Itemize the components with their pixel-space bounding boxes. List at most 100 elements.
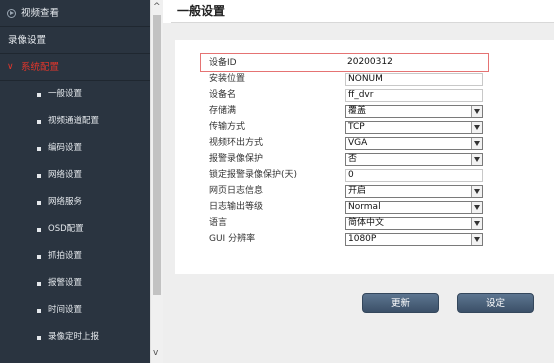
form-row-language: 语言 简体中文 xyxy=(175,217,554,230)
field-label: 安装位置 xyxy=(209,74,246,84)
form-row-alarm-protect: 报警录像保护 否 xyxy=(175,153,554,166)
sidebar-scrollbar[interactable]: ^ v xyxy=(150,0,163,363)
sidebar-item-encoding[interactable]: 编码设置 xyxy=(0,135,150,162)
field-label: 存储满 xyxy=(209,106,237,116)
sidebar-item-label: OSD配置 xyxy=(48,224,84,234)
device-id-field[interactable]: 20200312 xyxy=(345,57,483,70)
field-label: 报警录像保护 xyxy=(209,154,264,164)
field-label: 设备ID xyxy=(209,58,237,68)
scrollbar-thumb[interactable] xyxy=(153,15,161,295)
dropdown-arrow-icon[interactable] xyxy=(471,138,482,149)
set-button[interactable]: 设定 xyxy=(457,293,534,313)
install-location-field[interactable]: NONUM xyxy=(345,73,483,86)
nav-item-recording-settings[interactable]: 录像设置 xyxy=(0,27,150,54)
form-row-storage-full: 存储满 覆盖 xyxy=(175,105,554,118)
nav-item-video-view[interactable]: 视频查看 xyxy=(0,0,150,27)
sidebar-item-label: 录像定时上报 xyxy=(48,332,100,342)
update-button[interactable]: 更新 xyxy=(362,293,439,313)
lock-days-field[interactable]: 0 xyxy=(345,169,483,182)
field-label: 锁定报警录像保护(天) xyxy=(209,170,298,180)
sidebar-item-label: 一般设置 xyxy=(48,89,83,99)
sidebar-item-scheduled-report[interactable]: 录像定时上报 xyxy=(0,324,150,351)
form-row-device-id: 设备ID 20200312 xyxy=(175,57,554,70)
field-label: GUI 分辨率 xyxy=(209,234,256,244)
bullet-icon xyxy=(37,228,41,232)
transport-select[interactable]: TCP xyxy=(345,121,483,134)
bullet-icon xyxy=(37,174,41,178)
nav-item-label: 视频查看 xyxy=(21,8,60,19)
sidebar-item-osd[interactable]: OSD配置 xyxy=(0,216,150,243)
sidebar-item-label: 视频通道配置 xyxy=(48,116,100,126)
sidebar-item-label: 抓拍设置 xyxy=(48,251,83,261)
nav-item-label: 系统配置 xyxy=(21,62,60,73)
select-value: 覆盖 xyxy=(348,106,367,116)
bullet-icon xyxy=(37,336,41,340)
bullet-icon xyxy=(37,282,41,286)
form-row-video-loop-out: 视频环出方式 VGA xyxy=(175,137,554,150)
form-row-lock-days: 锁定报警录像保护(天) 0 xyxy=(175,169,554,182)
field-label: 语言 xyxy=(209,218,228,228)
device-name-field[interactable]: ff_dvr xyxy=(345,89,483,102)
storage-full-select[interactable]: 覆盖 xyxy=(345,105,483,118)
sidebar-item-label: 编码设置 xyxy=(48,143,83,153)
sidebar-item-video-channel[interactable]: 视频通道配置 xyxy=(0,108,150,135)
select-value: 开启 xyxy=(348,186,367,196)
dropdown-arrow-icon[interactable] xyxy=(471,106,482,117)
video-loop-out-select[interactable]: VGA xyxy=(345,137,483,150)
dropdown-arrow-icon[interactable] xyxy=(471,218,482,229)
dropdown-arrow-icon[interactable] xyxy=(471,186,482,197)
form-row-transport: 传输方式 TCP xyxy=(175,121,554,134)
sidebar-item-label: 时间设置 xyxy=(48,305,83,315)
form-row-gui-resolution: GUI 分辨率 1080P xyxy=(175,233,554,246)
bullet-icon xyxy=(37,120,41,124)
form-row-web-log: 网页日志信息 开启 xyxy=(175,185,554,198)
sidebar-item-alarm[interactable]: 报警设置 xyxy=(0,270,150,297)
bullet-icon xyxy=(37,147,41,151)
dropdown-arrow-icon[interactable] xyxy=(471,234,482,245)
select-value: Normal xyxy=(348,202,381,212)
sidebar-item-general-settings[interactable]: 一般设置 xyxy=(0,81,150,108)
nav-item-system-config[interactable]: ∨ 系统配置 xyxy=(0,54,150,81)
dropdown-arrow-icon[interactable] xyxy=(471,202,482,213)
scroll-up-arrow-icon[interactable]: ^ xyxy=(153,3,161,12)
select-value: VGA xyxy=(348,138,368,148)
log-level-select[interactable]: Normal xyxy=(345,201,483,214)
settings-form: 设备ID 20200312 安装位置 NONUM 设备名 ff_dvr 存储满 … xyxy=(175,40,554,274)
alarm-protect-select[interactable]: 否 xyxy=(345,153,483,166)
bullet-icon xyxy=(37,93,41,97)
field-label: 传输方式 xyxy=(209,122,246,132)
select-value: 简体中文 xyxy=(348,218,385,228)
select-value: 否 xyxy=(348,154,358,164)
chevron-down-icon: ∨ xyxy=(7,62,14,72)
dropdown-arrow-icon[interactable] xyxy=(471,122,482,133)
sidebar-item-snapshot[interactable]: 抓拍设置 xyxy=(0,243,150,270)
form-row-device-name: 设备名 ff_dvr xyxy=(175,89,554,102)
sidebar-item-label: 网络设置 xyxy=(48,170,83,180)
sidebar-item-time[interactable]: 时间设置 xyxy=(0,297,150,324)
select-value: 1080P xyxy=(348,234,377,244)
form-row-log-level: 日志输出等级 Normal xyxy=(175,201,554,214)
field-label: 视频环出方式 xyxy=(209,138,264,148)
main-content: 一般设置 设备ID 20200312 安装位置 NONUM 设备名 ff_dvr… xyxy=(163,0,554,363)
select-value: TCP xyxy=(348,122,365,132)
sidebar-item-label: 报警设置 xyxy=(48,278,83,288)
scroll-down-arrow-icon[interactable]: v xyxy=(153,349,161,358)
page-title: 一般设置 xyxy=(177,4,226,18)
field-label: 日志输出等级 xyxy=(209,202,264,212)
sidebar-item-network-service[interactable]: 网络服务 xyxy=(0,189,150,216)
sidebar-item-label: 网络服务 xyxy=(48,197,83,207)
bullet-icon xyxy=(37,309,41,313)
bullet-icon xyxy=(37,255,41,259)
field-label: 设备名 xyxy=(209,90,237,100)
play-circle-icon xyxy=(7,9,16,18)
language-select[interactable]: 简体中文 xyxy=(345,217,483,230)
sidebar-item-network[interactable]: 网络设置 xyxy=(0,162,150,189)
nav-item-label: 录像设置 xyxy=(8,35,47,46)
gui-resolution-select[interactable]: 1080P xyxy=(345,233,483,246)
bullet-icon xyxy=(37,201,41,205)
sidebar: 视频查看 录像设置 ∨ 系统配置 一般设置 视频通道配置 编码设置 网络设置 网… xyxy=(0,0,150,363)
web-log-select[interactable]: 开启 xyxy=(345,185,483,198)
form-row-install-location: 安装位置 NONUM xyxy=(175,73,554,86)
dropdown-arrow-icon[interactable] xyxy=(471,154,482,165)
content-background: 设备ID 20200312 安装位置 NONUM 设备名 ff_dvr 存储满 … xyxy=(163,23,554,363)
